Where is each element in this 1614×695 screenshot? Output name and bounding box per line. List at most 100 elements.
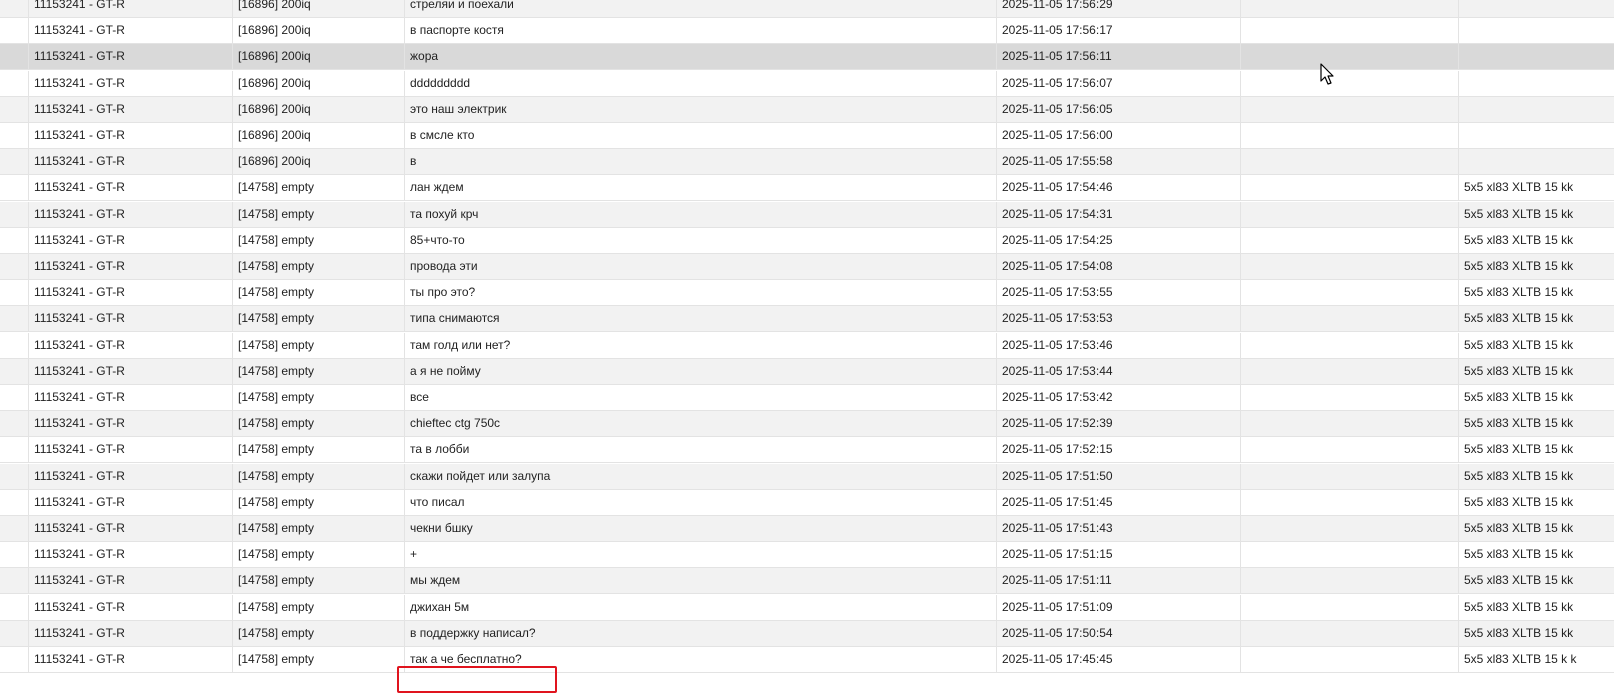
table-row[interactable]: 11153241 - GT-R [14758] empty чекни бшку 20… — [0, 516, 1614, 542]
table-row[interactable]: 11153241 - GT-R [16896] 200iq ddddddddd 202… — [0, 70, 1614, 97]
timestamp-cell: 2025-11-05 17:54:31 — [997, 201, 1241, 227]
note-cell: 5x5 xl83 XLTB 15 kk — [1464, 311, 1574, 326]
message-cell: а я не пойму — [405, 358, 997, 384]
timestamp-cell: 2025-11-05 17:52:39 — [997, 411, 1241, 437]
timestamp-cell: 2025-11-05 17:56:17 — [997, 18, 1241, 44]
table-row[interactable]: 11153241 - GT-R [14758] empty провода эти 2… — [0, 254, 1614, 280]
note-cell — [1459, 44, 1614, 69]
timestamp-cell: 2025-11-05 17:56:07 — [997, 70, 1241, 96]
user-cell: [14758] empty — [233, 516, 405, 541]
note-cell: 5x5 xl83 XLTB 15 kk — [1464, 337, 1574, 352]
extra-cell — [1241, 0, 1459, 17]
table-row[interactable]: 11153241 - GT-R [14758] empty что писал 202… — [0, 489, 1614, 516]
message-cell: chieftec ctg 750c — [405, 411, 997, 437]
table-row[interactable]: 11153241 - GT-R [16896] 200iq в 2025-11-05 … — [0, 149, 1614, 176]
row-selector-cell — [0, 280, 29, 306]
table-row[interactable]: 11153241 - GT-R [14758] empty в поддержку … — [0, 620, 1614, 647]
row-selector-cell — [0, 489, 29, 515]
user-cell: [14758] empty — [233, 201, 405, 227]
user-cell: [16896] 200iq — [233, 123, 405, 148]
user-cell: [16896] 200iq — [233, 70, 405, 96]
timestamp-cell: 2025-11-05 17:45:45 — [997, 647, 1241, 672]
note-cell: 5x5 xl83 XLTB 15 kk — [1464, 180, 1574, 195]
timestamp-cell: 2025-11-05 17:53:46 — [997, 332, 1241, 358]
table-row[interactable]: 11153241 - GT-R [16896] 200iq стреляи и по… — [0, 0, 1614, 18]
table-row[interactable]: 11153241 - GT-R [14758] empty так а че бес… — [0, 647, 1614, 673]
table-row[interactable]: 11153241 - GT-R [14758] empty 85+что-то 202… — [0, 227, 1614, 254]
row-selector-cell — [0, 516, 29, 541]
row-selector-cell — [0, 149, 29, 175]
account-cell: 11153241 - GT-R — [29, 594, 233, 620]
table-row[interactable]: 11153241 - GT-R [14758] empty джихан 5м 202… — [0, 594, 1614, 621]
table-row[interactable]: 11153241 - GT-R [14758] empty chieftec ctg… — [0, 411, 1614, 438]
user-cell: [16896] 200iq — [233, 0, 405, 17]
account-cell: 11153241 - GT-R — [29, 201, 233, 227]
extra-cell — [1241, 254, 1459, 279]
message-cell: та в лобби — [405, 437, 997, 463]
timestamp-cell: 2025-11-05 17:53:53 — [997, 306, 1241, 332]
message-cell: так а че бесплатно? — [405, 647, 997, 672]
note-cell — [1459, 97, 1614, 122]
row-selector-cell — [0, 175, 29, 201]
extra-cell — [1241, 70, 1459, 96]
row-selector-cell — [0, 18, 29, 44]
extra-cell — [1241, 620, 1459, 646]
table-row[interactable]: 11153241 - GT-R [14758] empty мы ждем 2025-… — [0, 568, 1614, 595]
timestamp-cell: 2025-11-05 17:51:43 — [997, 516, 1241, 541]
table-row[interactable]: 11153241 - GT-R [16896] 200iq жора 2025-11-… — [0, 44, 1614, 71]
note-cell: 5x5 xl83 XLTB 15 kk — [1464, 442, 1574, 457]
message-cell: провода эти — [405, 254, 997, 279]
message-cell: жора — [405, 44, 997, 70]
timestamp-cell: 2025-11-05 17:51:15 — [997, 542, 1241, 568]
user-cell: [14758] empty — [233, 489, 405, 515]
table-row[interactable]: 11153241 - GT-R [14758] empty ты про это? 2… — [0, 280, 1614, 307]
user-cell: [14758] empty — [233, 594, 405, 620]
table-row[interactable]: 11153241 - GT-R [14758] empty типа снимают… — [0, 306, 1614, 333]
account-cell: 11153241 - GT-R — [29, 358, 233, 384]
table-row[interactable]: 11153241 - GT-R [14758] empty там голд или… — [0, 332, 1614, 359]
timestamp-cell: 2025-11-05 17:56:00 — [997, 123, 1241, 148]
user-cell: [14758] empty — [233, 227, 405, 253]
message-cell: лан ждем — [405, 175, 997, 201]
message-cell: скажи пойдет или залупа — [405, 463, 997, 489]
user-cell: [16896] 200iq — [233, 96, 405, 122]
account-cell: 11153241 - GT-R — [29, 647, 233, 672]
extra-cell — [1241, 516, 1459, 541]
timestamp-cell: 2025-11-05 17:51:50 — [997, 463, 1241, 489]
table-row[interactable]: 11153241 - GT-R [16896] 200iq это наш элек… — [0, 96, 1614, 123]
row-selector-cell — [0, 96, 29, 122]
note-cell: 5x5 xl83 XLTB 15 kk — [1464, 573, 1574, 588]
row-selector-cell — [0, 70, 29, 96]
timestamp-cell: 2025-11-05 17:56:05 — [997, 96, 1241, 122]
user-cell: [14758] empty — [233, 411, 405, 437]
note-cell: 5x5 xl83 XLTB 15 kk — [1464, 285, 1574, 300]
mouse-pointer-icon — [1320, 63, 1334, 85]
message-cell: все — [405, 385, 997, 410]
table-row[interactable]: 11153241 - GT-R [16896] 200iq в смсле кто 2… — [0, 123, 1614, 149]
table-row[interactable]: 11153241 - GT-R [14758] empty +2025-11-05 … — [0, 542, 1614, 569]
extra-cell — [1241, 489, 1459, 515]
row-selector-cell — [0, 542, 29, 568]
note-cell — [1459, 149, 1614, 174]
table-row[interactable]: 11153241 - GT-R [14758] empty лан ждем 2025… — [0, 175, 1614, 202]
user-cell: [14758] empty — [233, 332, 405, 358]
message-cell: джихан 5м — [405, 594, 997, 620]
account-cell: 11153241 - GT-R — [29, 489, 233, 515]
timestamp-cell: 2025-11-05 17:51:45 — [997, 489, 1241, 515]
timestamp-cell: 2025-11-05 17:51:09 — [997, 594, 1241, 620]
timestamp-cell: 2025-11-05 17:53:44 — [997, 358, 1241, 384]
extra-cell — [1241, 306, 1459, 332]
table-row[interactable]: 11153241 - GT-R [14758] empty та похуй крч… — [0, 201, 1614, 228]
table-row[interactable]: 11153241 - GT-R [14758] empty та в лобби 20… — [0, 437, 1614, 464]
account-cell: 11153241 - GT-R — [29, 463, 233, 489]
user-cell: [14758] empty — [233, 280, 405, 306]
note-cell: 5x5 xl83 XLTB 15 kk — [1464, 232, 1574, 247]
table-row[interactable]: 11153241 - GT-R [14758] empty скажи пойдет… — [0, 463, 1614, 490]
account-cell: 11153241 - GT-R — [29, 280, 233, 306]
table-row[interactable]: 11153241 - GT-R [14758] empty а я не пойму… — [0, 358, 1614, 385]
table-row[interactable]: 11153241 - GT-R [14758] empty все 2025-11-0… — [0, 385, 1614, 411]
extra-cell — [1241, 96, 1459, 122]
account-cell: 11153241 - GT-R — [29, 254, 233, 279]
message-cell: там голд или нет? — [405, 332, 997, 358]
table-row[interactable]: 11153241 - GT-R [16896] 200iq в паспорте к… — [0, 18, 1614, 45]
